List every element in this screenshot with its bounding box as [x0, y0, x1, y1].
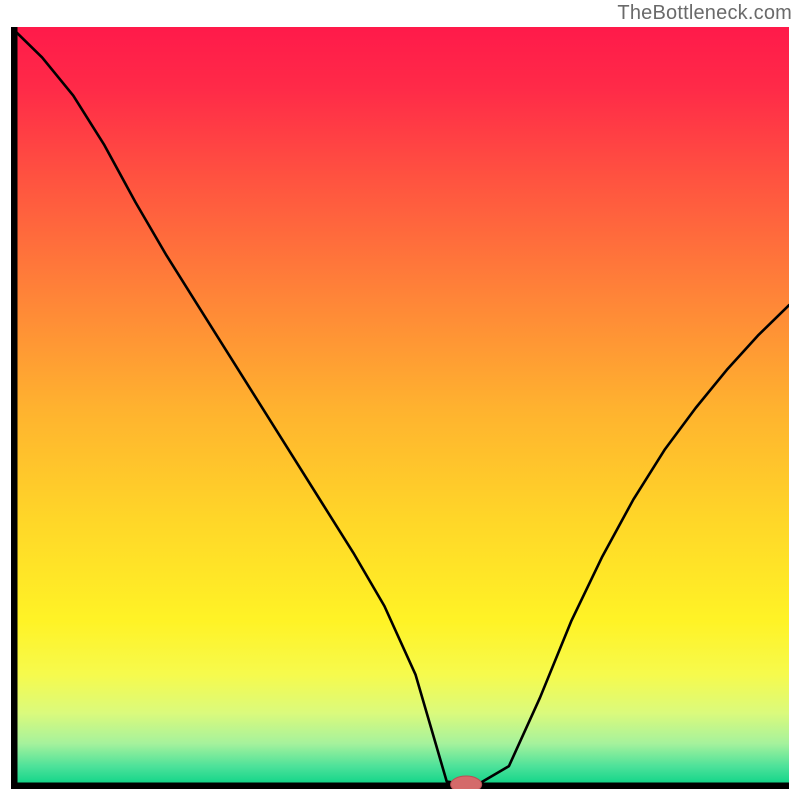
- chart-container: TheBottleneck.com: [0, 0, 800, 800]
- gradient-background: [11, 27, 789, 789]
- plot-frame: [11, 27, 789, 789]
- attribution-text: TheBottleneck.com: [617, 2, 792, 25]
- optimum-marker: [451, 776, 482, 789]
- bottleneck-curve-plot: [11, 27, 789, 789]
